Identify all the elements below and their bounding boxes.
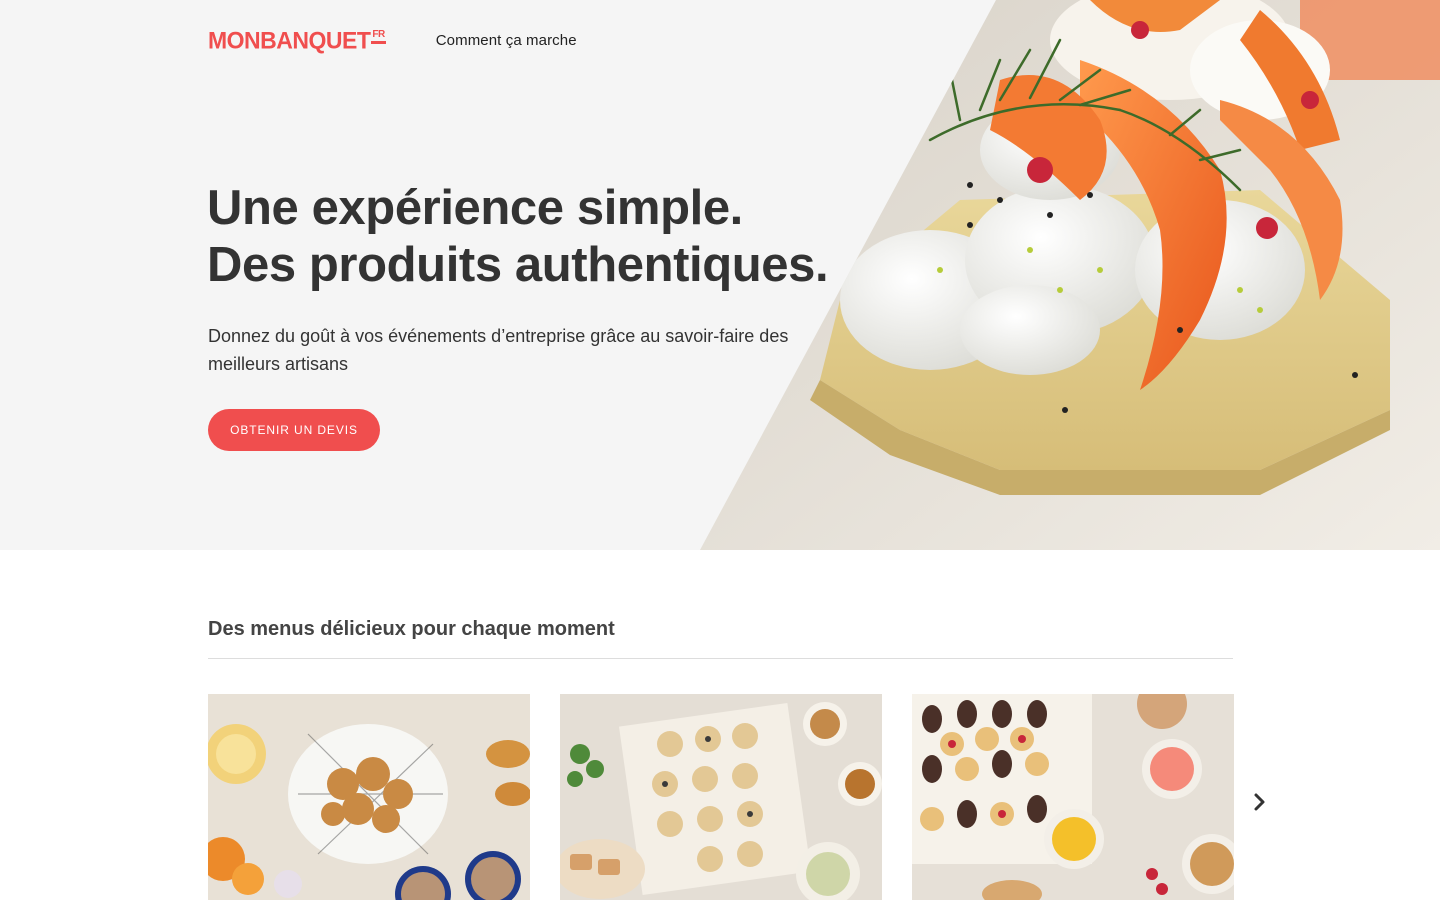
menu-card-image bbox=[560, 694, 882, 900]
menu-carousel bbox=[208, 694, 1234, 900]
get-quote-button[interactable]: OBTENIR UN DEVIS bbox=[208, 409, 380, 451]
nav-link-how-it-works[interactable]: Comment ça marche bbox=[436, 32, 577, 49]
menu-card-image bbox=[912, 694, 1234, 900]
menu-card-image bbox=[208, 694, 530, 900]
hero-section: MONBANQUET FR Comment ça marche Une expé… bbox=[0, 0, 1440, 550]
hero-title-line1: Une expérience simple. bbox=[207, 181, 743, 235]
logo-text: MONBANQUET bbox=[208, 26, 371, 54]
hero-subtitle: Donnez du goût à vos événements d’entrep… bbox=[208, 326, 789, 374]
top-header: MONBANQUET FR Comment ça marche bbox=[208, 24, 577, 56]
section-divider bbox=[208, 658, 1233, 659]
hero-title-line2: Des produits authentiques. bbox=[207, 238, 829, 292]
menu-card[interactable] bbox=[912, 694, 1234, 900]
logo[interactable]: MONBANQUET FR bbox=[208, 26, 386, 54]
menus-section-title: Des menus délicieux pour chaque moment bbox=[208, 618, 615, 640]
carousel-next-button[interactable] bbox=[1250, 790, 1270, 814]
hero-title: Une expérience simple. Des produits auth… bbox=[207, 180, 829, 294]
chevron-right-icon bbox=[1254, 793, 1265, 811]
menu-card[interactable] bbox=[208, 694, 530, 900]
logo-suffix: FR bbox=[371, 29, 386, 44]
menu-card[interactable] bbox=[560, 694, 882, 900]
